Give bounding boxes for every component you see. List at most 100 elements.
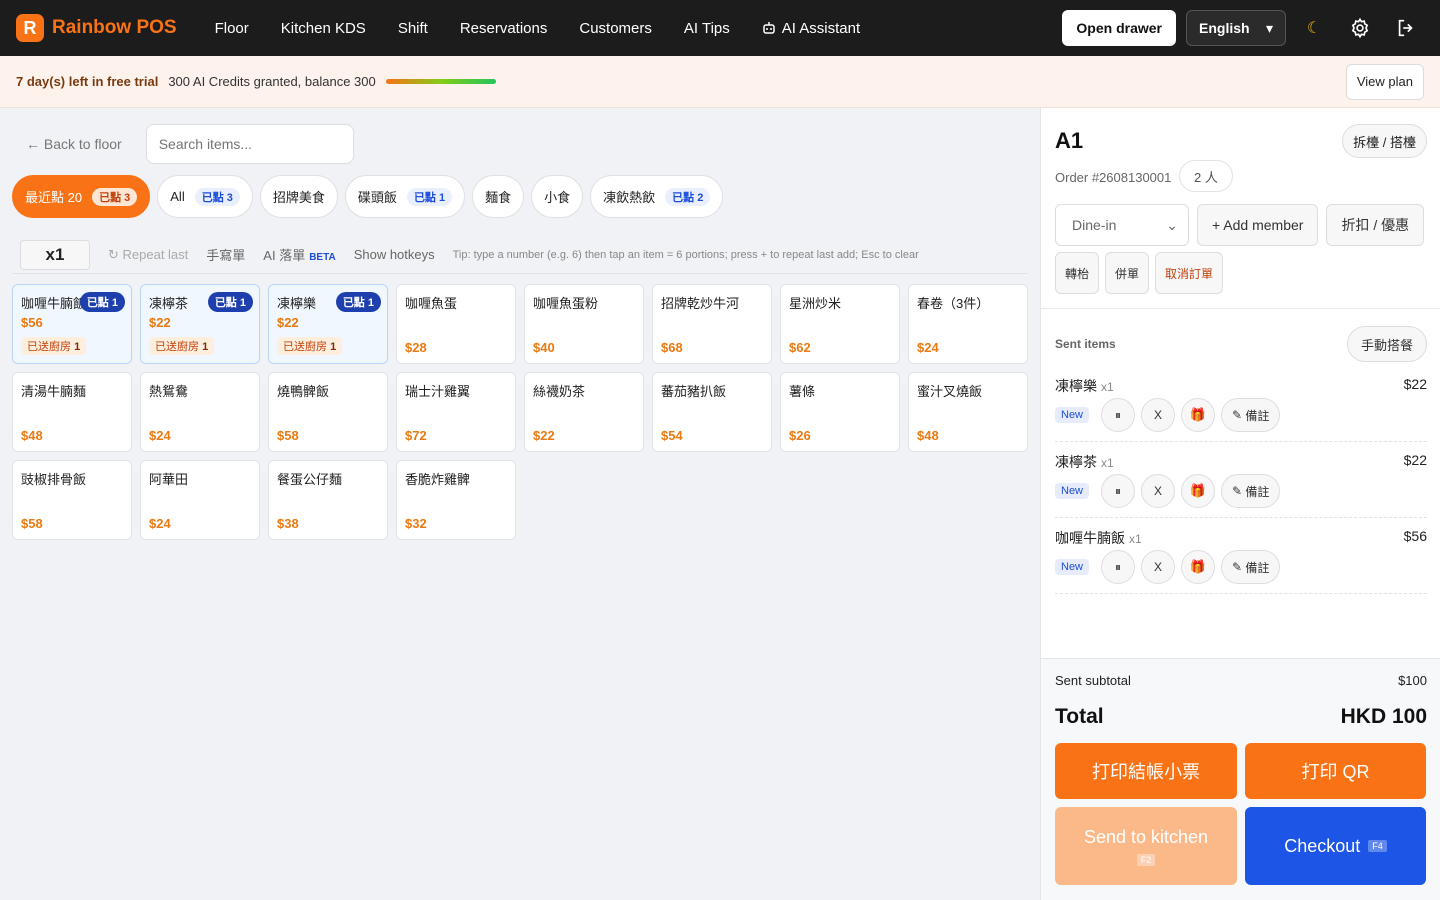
category-rice-plates[interactable]: 碟頭飯 已點 1 [344, 175, 466, 218]
print-qr-button[interactable]: 打印 QR [1245, 743, 1426, 799]
status-badge: New [1055, 483, 1090, 499]
top-nav-bar: R Rainbow POS Floor Kitchen KDS Shift Re… [0, 0, 1440, 56]
language-value: English [1199, 20, 1250, 36]
party-size[interactable]: 2 人 [1179, 160, 1233, 192]
item-name: 豉椒排骨飯 [21, 472, 87, 487]
open-drawer-button[interactable]: Open drawer [1062, 10, 1176, 46]
sent-count: 1 [202, 341, 209, 353]
menu-item[interactable]: 絲襪奶茶 $22 [524, 372, 644, 452]
menu-item[interactable]: 清湯牛腩麵 $48 [12, 372, 132, 452]
discount-button[interactable]: 折扣 / 優惠 [1326, 204, 1425, 246]
line-item-name: 凍檸樂 [1055, 378, 1097, 394]
menu-item[interactable]: 蜜汁叉燒飯 $48 [908, 372, 1028, 452]
nav-customers[interactable]: Customers [563, 0, 668, 56]
category-noodles[interactable]: 麵食 [472, 175, 525, 218]
checkout-button[interactable]: Checkout F4 [1245, 807, 1426, 885]
handwrite-order-button[interactable]: 手寫單 [206, 245, 245, 264]
moon-icon[interactable]: ☾ [1296, 10, 1332, 46]
category-signature[interactable]: 招牌美食 [259, 175, 338, 218]
send-to-kitchen-button[interactable]: Send to kitchen F2 [1055, 807, 1237, 885]
ai-order-button[interactable]: AI 落單 BETA [263, 245, 335, 264]
category-drinks[interactable]: 凍飲熱飲 已點 2 [590, 175, 724, 218]
menu-item[interactable]: 熱鴛鴦 $24 [140, 372, 260, 452]
menu-item[interactable]: 瑞士汁雞翼 $72 [396, 372, 516, 452]
repeat-last-button[interactable]: ↻ Repeat last [108, 247, 188, 263]
nav-floor[interactable]: Floor [199, 0, 265, 56]
pause-button[interactable]: ⏸ [1101, 474, 1136, 508]
gift-icon[interactable]: 🎁 [1181, 550, 1216, 584]
view-plan-button[interactable]: View plan [1345, 63, 1424, 100]
manual-combo-button[interactable]: 手動搭餐 [1346, 326, 1427, 362]
split-table-button[interactable]: 拆檯 / 搭檯 [1342, 124, 1427, 158]
app-logo[interactable]: R Rainbow POS [16, 14, 177, 42]
menu-item[interactable]: 凍檸樂 已點 1 $22 已送廚房 1 [268, 284, 388, 364]
void-button[interactable]: X [1141, 474, 1176, 508]
quantity-multiplier[interactable]: x1 [20, 239, 90, 270]
menu-item[interactable]: 香脆炸雞髀 $32 [396, 460, 516, 540]
note-label: 備註 [1245, 484, 1270, 499]
gift-icon[interactable]: 🎁 [1181, 474, 1216, 508]
gift-icon[interactable]: 🎁 [1181, 398, 1216, 432]
ai-order-label: AI 落單 [263, 248, 306, 263]
ordered-badge: 已點 1 [406, 187, 453, 206]
add-member-button[interactable]: + Add member [1197, 204, 1319, 246]
void-button[interactable]: X [1141, 398, 1176, 432]
nav-ai-assistant[interactable]: AI Assistant [746, 0, 876, 56]
note-label: 備註 [1245, 408, 1270, 423]
nav-kitchen-kds[interactable]: Kitchen KDS [265, 0, 382, 56]
menu-item[interactable]: 咖喱牛腩飯 已點 1 $56 已送廚房 1 [12, 284, 132, 364]
item-name: 咖喱魚蛋 [405, 296, 458, 311]
note-button[interactable]: ✎ 備註 [1221, 474, 1281, 508]
language-select[interactable]: English ▾ [1186, 10, 1286, 46]
sent-items-title: Sent items [1055, 337, 1116, 351]
menu-item[interactable]: 星洲炒米 $62 [780, 284, 900, 364]
item-name: 熱鴛鴦 [149, 384, 189, 399]
menu-item[interactable]: 咖喱魚蛋 $28 [396, 284, 516, 364]
void-button[interactable]: X [1141, 550, 1176, 584]
transfer-table-button[interactable]: 轉枱 [1055, 252, 1100, 294]
nav-reservations[interactable]: Reservations [444, 0, 564, 56]
menu-item[interactable]: 春卷（3件） $24 [908, 284, 1028, 364]
merge-order-button[interactable]: 併單 [1105, 252, 1150, 294]
nav-shift[interactable]: Shift [382, 0, 444, 56]
item-name: 春卷（3件） [917, 296, 990, 311]
note-button[interactable]: ✎ 備註 [1221, 550, 1281, 584]
send-to-kitchen-label: Send to kitchen [1083, 826, 1209, 847]
logout-icon[interactable] [1388, 10, 1424, 46]
ai-credits-text: 300 AI Credits granted, balance 300 [168, 74, 376, 89]
ordered-badge: 已點 2 [665, 187, 711, 206]
print-bill-button[interactable]: 打印結帳小票 [1055, 743, 1237, 799]
order-mode-select[interactable]: Dine-in ⌄ [1055, 204, 1189, 246]
cancel-order-button[interactable]: 取消訂單 [1155, 252, 1224, 294]
show-hotkeys-button[interactable]: Show hotkeys [354, 247, 435, 262]
nav-ai-assistant-label: AI Assistant [781, 19, 861, 37]
menu-item[interactable]: 豉椒排骨飯 $58 [12, 460, 132, 540]
pencil-icon: ✎ [1232, 560, 1243, 574]
menu-item[interactable]: 薯條 $26 [780, 372, 900, 452]
menu-item[interactable]: 燒鴨髀飯 $58 [268, 372, 388, 452]
category-label: 招牌美食 [272, 190, 325, 205]
item-price: $22 [533, 428, 555, 443]
item-name: 薯條 [789, 384, 816, 399]
category-snacks[interactable]: 小食 [531, 175, 584, 218]
back-to-floor-link[interactable]: ← Back to floor [12, 136, 122, 152]
category-recent[interactable]: 最近點 20 已點 3 [12, 175, 151, 218]
menu-item[interactable]: 阿華田 $24 [140, 460, 260, 540]
menu-item[interactable]: 蕃茄豬扒飯 $54 [652, 372, 772, 452]
ordered-badge: 已點 3 [194, 187, 240, 206]
item-name: 絲襪奶茶 [533, 384, 586, 399]
menu-item[interactable]: 餐蛋公仔麵 $38 [268, 460, 388, 540]
gear-icon[interactable] [1342, 10, 1378, 46]
pause-button[interactable]: ⏸ [1101, 550, 1136, 584]
total-value: HKD 100 [1340, 705, 1427, 728]
pause-button[interactable]: ⏸ [1101, 398, 1136, 432]
nav-ai-tips[interactable]: AI Tips [668, 0, 746, 56]
search-input[interactable] [145, 124, 354, 164]
menu-item[interactable]: 咖喱魚蛋粉 $40 [524, 284, 644, 364]
menu-item[interactable]: 招牌乾炒牛河 $68 [652, 284, 772, 364]
item-name: 咖喱魚蛋粉 [533, 296, 599, 311]
note-button[interactable]: ✎ 備註 [1221, 398, 1281, 432]
category-all[interactable]: All 已點 3 [157, 175, 253, 218]
item-name: 阿華田 [149, 472, 189, 487]
menu-item[interactable]: 凍檸茶 已點 1 $22 已送廚房 1 [140, 284, 260, 364]
